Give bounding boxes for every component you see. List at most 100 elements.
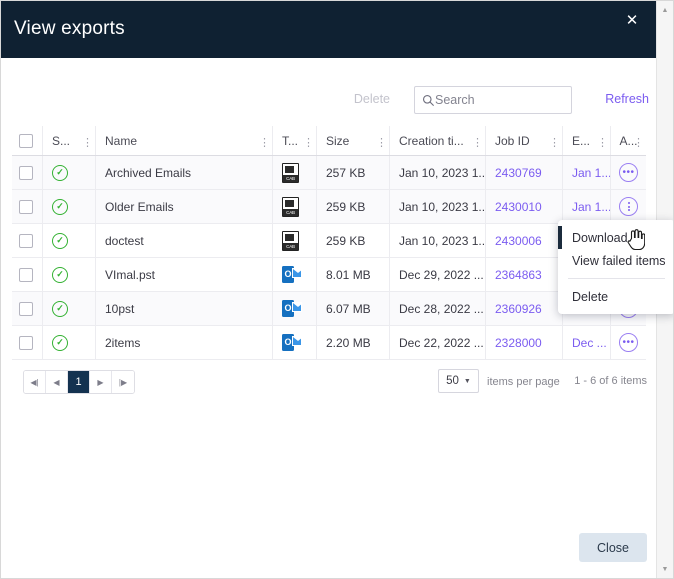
last-page-button[interactable]: |▶ [112,371,134,393]
cell-expiry[interactable]: Jan 1... [562,156,610,189]
column-menu-icon[interactable]: ⋮ [259,137,270,148]
cell-type: O [272,326,316,359]
status-badge: ✓ [42,156,95,189]
items-per-page-value: 50 [446,375,459,387]
cell-job-id[interactable]: 2364863 [485,258,562,291]
row-checkbox[interactable] [19,267,33,282]
search-box[interactable] [414,86,600,114]
menu-item-delete[interactable]: Delete [558,285,673,308]
column-header-type[interactable]: T... ⋮ [272,126,316,155]
refresh-button[interactable]: Refresh [605,92,649,106]
cell-actions [610,190,646,223]
table-body: ✓ Archived Emails 257 KB Jan 10, 2023 1.… [12,156,646,360]
cell-expiry[interactable]: Dec ... [562,326,610,359]
column-menu-icon[interactable]: ⋮ [597,137,608,148]
menu-item-download[interactable]: Download [558,226,673,249]
search-input[interactable] [435,93,600,107]
row-checkbox[interactable] [19,165,33,180]
close-icon[interactable]: ✕ [622,10,642,30]
success-check-icon: ✓ [52,198,68,215]
row-checkbox[interactable] [19,199,33,214]
scroll-up-icon[interactable]: ▲ [657,2,673,18]
modal-header: View exports ✕ [1,1,658,58]
cell-type [272,224,316,257]
cell-actions: ••• [610,326,646,359]
column-menu-icon[interactable]: ⋮ [376,137,387,148]
success-check-icon: ✓ [52,334,68,351]
table-row[interactable]: ✓ 10pst O 6.07 MB Dec 28, 2022 ... 23609… [12,292,646,326]
menu-item-view-failed-items[interactable]: View failed items [558,249,673,272]
cell-name: Archived Emails [95,156,272,189]
row-select-cell [12,156,42,189]
select-all-checkbox[interactable] [19,133,33,148]
next-page-button[interactable]: ▶ [90,371,112,393]
row-select-cell [12,224,42,257]
scroll-down-icon[interactable]: ▼ [657,561,673,577]
row-checkbox[interactable] [19,335,33,350]
table-row[interactable]: ✓ Older Emails 259 KB Jan 10, 2023 1... … [12,190,646,224]
prev-page-button[interactable]: ◀ [46,371,68,393]
column-header-expiry[interactable]: E... ⋮ [562,126,610,155]
delete-button[interactable]: Delete [354,92,390,106]
column-menu-icon[interactable]: ⋮ [549,137,560,148]
table-toolbar: Delete Refresh [1,86,658,118]
row-select-cell [12,258,42,291]
success-check-icon: ✓ [52,164,68,181]
items-range-label: 1 - 6 of 6 items [574,375,647,387]
row-select-cell [12,292,42,325]
outlook-pst-icon: O [282,266,303,283]
cell-job-id[interactable]: 2430006 [485,224,562,257]
outlook-pst-icon: O [282,334,303,351]
column-header-job-id[interactable]: Job ID ⋮ [485,126,562,155]
cell-job-id[interactable]: 2360926 [485,292,562,325]
cell-type: O [272,292,316,325]
exports-table: S... ⋮ Name ⋮ T... ⋮ Size ⋮ Creation ti.… [12,126,646,360]
row-select-cell [12,326,42,359]
cell-job-id[interactable]: 2430010 [485,190,562,223]
success-check-icon: ✓ [52,266,68,283]
column-menu-icon[interactable]: ⋮ [82,137,93,148]
cell-actions: ••• [610,156,646,189]
cell-size: 2.20 MB [316,326,389,359]
row-action-context-menu: Download View failed items Delete [558,220,673,314]
ellipsis-horizontal-icon[interactable]: ••• [619,333,638,352]
close-button[interactable]: Close [579,533,647,562]
column-menu-icon[interactable]: ⋮ [303,137,314,148]
column-header-name[interactable]: Name ⋮ [95,126,272,155]
cell-expiry[interactable]: Jan 1... [562,190,610,223]
cell-creation-time: Jan 10, 2023 1... [389,190,485,223]
cell-type [272,190,316,223]
status-badge: ✓ [42,292,95,325]
table-row[interactable]: ✓ Archived Emails 257 KB Jan 10, 2023 1.… [12,156,646,190]
column-header-actions[interactable]: A... ⋮ [610,126,646,155]
cell-name: 2items [95,326,272,359]
success-check-icon: ✓ [52,300,68,317]
cell-type [272,156,316,189]
row-checkbox[interactable] [19,301,33,316]
cell-size: 6.07 MB [316,292,389,325]
cell-size: 259 KB [316,224,389,257]
table-row[interactable]: ✓ VImal.pst O 8.01 MB Dec 29, 2022 ... 2… [12,258,646,292]
items-per-page-select[interactable]: 50 ▼ [438,369,479,393]
table-row[interactable]: ✓ doctest 259 KB Jan 10, 2023 1... 24300… [12,224,646,258]
first-page-button[interactable]: ◀| [24,371,46,393]
ellipsis-vertical-icon[interactable] [619,197,638,216]
cell-job-id[interactable]: 2430769 [485,156,562,189]
page-number-1[interactable]: 1 [68,371,90,393]
ellipsis-horizontal-icon[interactable]: ••• [619,163,638,182]
column-header-status[interactable]: S... ⋮ [42,126,95,155]
column-header-creation-time[interactable]: Creation ti... ⋮ [389,126,485,155]
column-menu-icon[interactable]: ⋮ [633,137,644,148]
cell-size: 8.01 MB [316,258,389,291]
table-row[interactable]: ✓ 2items O 2.20 MB Dec 22, 2022 ... 2328… [12,326,646,360]
cell-creation-time: Dec 29, 2022 ... [389,258,485,291]
cell-name: doctest [95,224,272,257]
cell-job-id[interactable]: 2328000 [485,326,562,359]
select-all-cell [12,126,42,155]
column-header-size[interactable]: Size ⋮ [316,126,389,155]
column-menu-icon[interactable]: ⋮ [472,137,483,148]
cell-name: 10pst [95,292,272,325]
cell-creation-time: Dec 22, 2022 ... [389,326,485,359]
row-checkbox[interactable] [19,233,33,248]
table-header-row: S... ⋮ Name ⋮ T... ⋮ Size ⋮ Creation ti.… [12,126,646,156]
